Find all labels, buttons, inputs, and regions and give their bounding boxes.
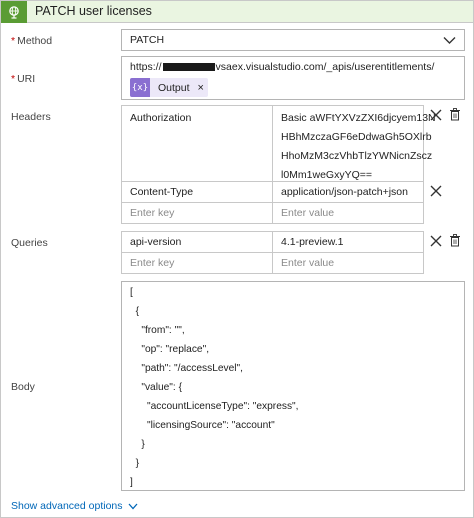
body-line: } [130, 439, 145, 450]
show-advanced-options-link[interactable]: Show advanced options [11, 500, 138, 512]
trash-icon[interactable] [449, 234, 461, 247]
header-key-input[interactable]: Enter key [121, 202, 273, 224]
action-header[interactable]: PATCH user licenses [1, 1, 473, 23]
body-line: { [130, 306, 140, 317]
chevron-down-icon [443, 37, 456, 44]
close-icon[interactable] [430, 235, 442, 247]
header-value-content-type[interactable]: application/json-patch+json [272, 181, 424, 203]
body-line: [ [130, 287, 133, 298]
uri-text: https://vsaex.visualstudio.com/_apis/use… [130, 61, 435, 73]
output-token[interactable]: {x} Output × [130, 78, 208, 97]
body-line: "from": "", [130, 325, 185, 336]
chevron-down-icon [128, 503, 137, 509]
body-line: "path": "/accessLevel", [130, 363, 243, 374]
query-value-api-version[interactable]: 4.1-preview.1 [272, 231, 424, 253]
trash-icon[interactable] [449, 108, 461, 121]
body-line: "licensingSource": "account" [130, 420, 275, 431]
header-key-authorization[interactable]: Authorization [121, 105, 273, 182]
redaction-bar [162, 63, 215, 72]
token-remove-icon[interactable]: × [198, 82, 204, 94]
close-icon[interactable] [430, 109, 442, 121]
token-label: Output [158, 81, 190, 94]
body-label: Body [11, 381, 35, 393]
method-value: PATCH [130, 34, 165, 46]
header-key-content-type[interactable]: Content-Type [121, 181, 273, 203]
uri-field[interactable]: https://vsaex.visualstudio.com/_apis/use… [121, 56, 465, 100]
method-label: * Method [11, 35, 53, 47]
method-dropdown[interactable]: PATCH [121, 29, 465, 51]
queries-label: Queries [11, 237, 48, 249]
globe-icon [1, 1, 27, 23]
headers-label: Headers [11, 111, 51, 123]
body-line: } [130, 458, 140, 469]
body-line: "op": "replace", [130, 344, 210, 355]
query-key-input[interactable]: Enter key [121, 252, 273, 274]
header-value-authorization[interactable]: Basic aWFtYXVzZXI6djcyem13N HBhMzczaGF6e… [272, 105, 436, 182]
query-key-api-version[interactable]: api-version [121, 231, 273, 253]
body-line: ] [130, 477, 133, 488]
query-value-input[interactable]: Enter value [272, 252, 424, 274]
close-icon[interactable] [430, 185, 442, 197]
action-card: PATCH user licenses * Method PATCH * URI h… [0, 0, 474, 518]
action-title[interactable]: PATCH user licenses [35, 4, 152, 18]
body-line: "value": { [130, 382, 182, 393]
header-value-input[interactable]: Enter value [272, 202, 424, 224]
body-line: "accountLicenseType": "express", [130, 401, 299, 412]
uri-label: * URI [11, 73, 36, 85]
body-textarea[interactable]: [ { "from": "", "op": "replace", "path":… [121, 281, 465, 491]
expression-icon: {x} [130, 78, 150, 97]
